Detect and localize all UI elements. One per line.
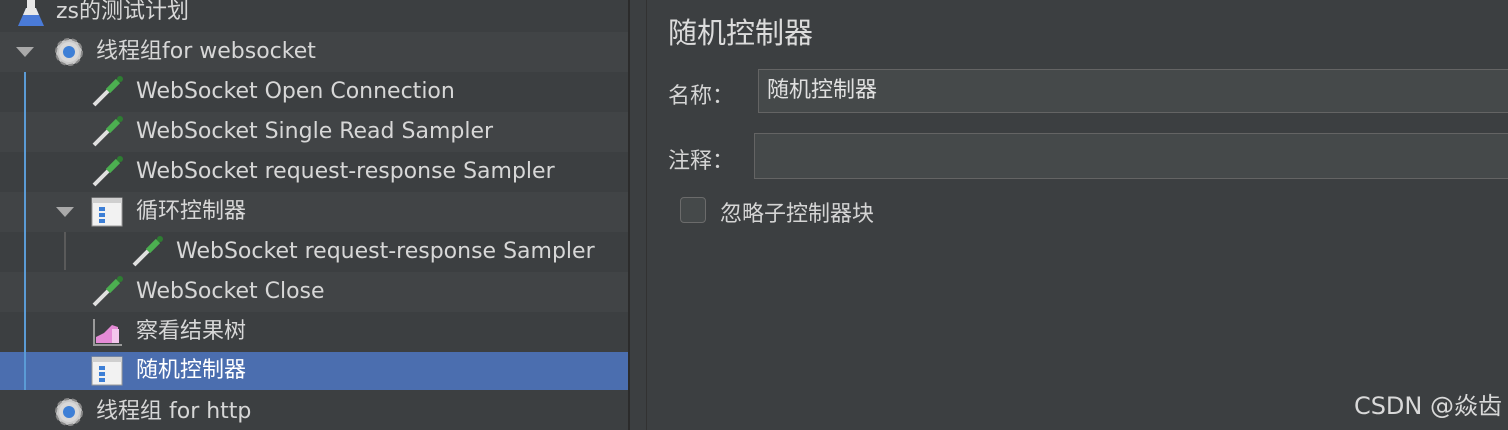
tree-item-test-plan[interactable]: zs的测试计划 (0, 0, 628, 32)
comment-field[interactable] (754, 133, 1508, 179)
comment-label: 注释： (668, 149, 735, 174)
tree-item-label: WebSocket Close (136, 279, 325, 304)
watermark: CSDN @焱齿 (1353, 392, 1502, 420)
tree-item-label: zs的测试计划 (56, 0, 190, 24)
sampler-pipette-icon (92, 156, 123, 187)
tree-item-label: WebSocket Open Connection (136, 79, 455, 104)
name-field[interactable]: 随机控制器 (758, 69, 1508, 113)
controller-form: 随机控制器 名称： 随机控制器 注释： 忽略子控制器块 (648, 0, 1508, 430)
ignore-sub-controller-label[interactable]: 忽略子控制器块 (720, 196, 874, 228)
tree-item-label: 察看结果树 (136, 319, 247, 344)
gear-icon (55, 398, 83, 426)
controller-icon (91, 197, 123, 227)
sampler-pipette-icon (92, 276, 123, 307)
tree-item-ws-close[interactable]: WebSocket Close (0, 272, 628, 312)
tree-item-ws-request-response-nested[interactable]: WebSocket request-response Sampler (0, 232, 628, 272)
tree-guide-line (24, 72, 26, 390)
sampler-pipette-icon (92, 116, 123, 147)
flask-icon (18, 0, 44, 26)
chevron-down-icon[interactable] (16, 47, 34, 57)
test-plan-tree: zs的测试计划 线程组for websocket WebSocket Open … (0, 0, 628, 430)
name-label: 名称： (668, 84, 735, 109)
tree-item-label: WebSocket request-response Sampler (136, 159, 555, 184)
tree-item-label: WebSocket Single Read Sampler (136, 119, 494, 144)
tree-item-label: 循环控制器 (136, 199, 247, 224)
tree-item-view-results-tree[interactable]: 察看结果树 (0, 312, 628, 352)
listener-graph-icon (93, 319, 122, 346)
tree-item-thread-group-http[interactable]: 线程组 for http (0, 392, 628, 430)
page-title: 随机控制器 (668, 16, 814, 50)
tree-item-ws-open-connection[interactable]: WebSocket Open Connection (0, 72, 628, 112)
tree-item-ws-request-response[interactable]: WebSocket request-response Sampler (0, 152, 628, 192)
gear-icon (55, 38, 83, 66)
ignore-sub-controller-checkbox[interactable] (680, 197, 706, 223)
tree-item-random-controller[interactable]: 随机控制器 (0, 352, 628, 390)
panel-divider (646, 0, 647, 430)
chevron-down-icon[interactable] (56, 207, 74, 217)
controller-icon (91, 356, 123, 386)
tree-item-label: 线程组 for http (96, 399, 252, 424)
sampler-pipette-icon (132, 236, 163, 267)
tree-guide-line (64, 232, 66, 270)
tree-item-label: 线程组for websocket (96, 39, 316, 64)
tree-item-thread-group-websocket[interactable]: 线程组for websocket (0, 32, 628, 72)
tree-item-loop-controller[interactable]: 循环控制器 (0, 192, 628, 232)
panel-splitter[interactable] (630, 0, 646, 430)
tree-item-label: 随机控制器 (136, 358, 247, 383)
tree-item-ws-single-read[interactable]: WebSocket Single Read Sampler (0, 112, 628, 152)
sampler-pipette-icon (92, 76, 123, 107)
tree-item-label: WebSocket request-response Sampler (176, 239, 595, 264)
